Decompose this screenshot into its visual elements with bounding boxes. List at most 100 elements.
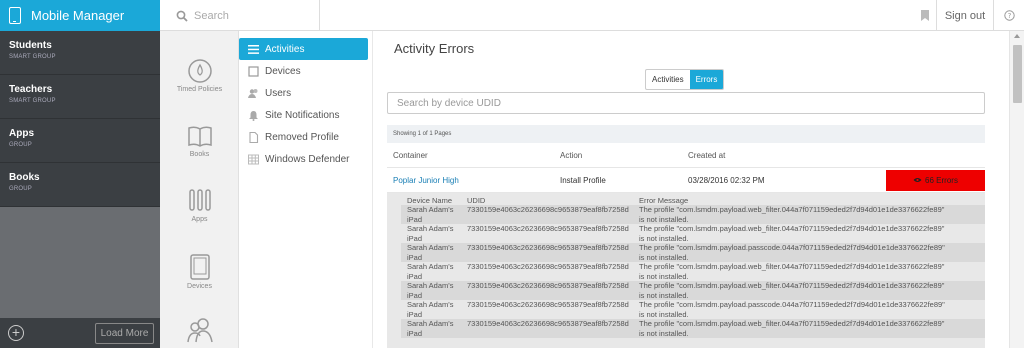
main-content: Activity Errors Activities Errors Search… (373, 31, 1009, 348)
nav-item-windows-defender[interactable]: Windows Defender (239, 148, 368, 170)
error-row: Sarah Adam's iPad 7330159e4063c26236698c9… (401, 205, 985, 224)
toggle-errors[interactable]: Errors (689, 70, 724, 89)
error-message: The profile "com.lsmdm.payload.web_filte… (639, 224, 945, 233)
rail-item-books[interactable]: Books (160, 123, 239, 158)
groups-sidebar: Students SMART GROUP Teachers SMART GROU… (0, 31, 160, 348)
group-item-books[interactable]: Books GROUP (0, 163, 160, 207)
nav-label: Users (265, 87, 292, 99)
error-row: Sarah Adam's iPad 7330159e4063c26236698c9… (401, 281, 985, 300)
error-row: Sarah Adam's iPad 7330159e4063c26236698c9… (401, 243, 985, 262)
group-name: Students (9, 40, 52, 51)
error-row: Sarah Adam's iPad 7330159e4063c26236698c9… (401, 300, 985, 319)
activities-table: Showing 1 of 1 Pages Container Action Cr… (387, 125, 985, 348)
device-name: Sarah Adam's (407, 281, 454, 290)
document-icon (249, 131, 259, 143)
udid-cell: 7330159e4063c26236698c9653879eaf8fb7258d (467, 205, 629, 214)
udid-cell: 7330159e4063c26236698c9653879eaf8fb7258d (467, 262, 629, 271)
app-brand[interactable]: Mobile Manager (0, 0, 160, 31)
error-row: Sarah Adam's iPad 7330159e4063c26236698c9… (401, 224, 985, 243)
udid-cell: 7330159e4063c26236698c9653879eaf8fb7258d (467, 224, 629, 233)
error-table-header: Device Name UDID Error Message (401, 196, 985, 205)
nav-item-activities[interactable]: Activities (239, 38, 368, 60)
rail-item-devices[interactable]: Devices (160, 253, 239, 290)
toggle-activities[interactable]: Activities (646, 70, 690, 89)
error-column-message: Error Message (639, 196, 689, 205)
scroll-up-icon[interactable] (1014, 34, 1020, 38)
column-header-action: Action (560, 150, 583, 160)
device-type: iPad (407, 328, 423, 338)
bell-icon (249, 110, 258, 121)
error-message-cont: is not installed. (639, 309, 689, 319)
scroll-thumb[interactable] (1013, 45, 1022, 103)
device-type: iPad (407, 252, 423, 262)
error-column-device: Device Name (407, 196, 453, 205)
bookmark-button[interactable] (914, 0, 936, 31)
sign-out-button[interactable]: Sign out (936, 0, 994, 31)
udid-search-input[interactable]: Search by device UDID (387, 92, 985, 114)
rail-item-users[interactable] (160, 316, 239, 346)
group-item-apps[interactable]: Apps GROUP (0, 119, 160, 163)
global-search[interactable]: Search (160, 0, 320, 31)
group-type: SMART GROUP (9, 54, 56, 60)
container-link[interactable]: Poplar Junior High (387, 176, 560, 185)
device-type: iPad (407, 271, 423, 281)
error-message-cont: is not installed. (639, 271, 689, 281)
device-type: iPad (407, 233, 423, 243)
nav-item-removed-profile[interactable]: Removed Profile (239, 126, 368, 148)
search-input[interactable]: Search (194, 10, 229, 22)
section-nav: Activities Devices Users Site Notificati… (239, 31, 373, 348)
group-type: GROUP (9, 142, 33, 148)
error-message-cont: is not installed. (639, 214, 689, 224)
load-more-button[interactable]: Load More (95, 323, 154, 344)
top-bar: Mobile Manager Search Sign out ? (0, 0, 1024, 31)
device-type: iPad (407, 214, 423, 224)
users-icon (248, 88, 258, 98)
errors-button[interactable]: 66 Errors (886, 169, 985, 191)
error-message: The profile "com.lsmdm.payload.web_filte… (639, 319, 945, 328)
error-message-cont: is not installed. (639, 328, 689, 338)
device-name: Sarah Adam's (407, 205, 454, 214)
rail-item-apps[interactable]: Apps (160, 186, 239, 223)
group-type: SMART GROUP (9, 98, 56, 104)
nav-item-site-notifications[interactable]: Site Notifications (239, 104, 368, 126)
nav-item-devices[interactable]: Devices (239, 60, 368, 82)
page-scrollbar[interactable] (1009, 31, 1024, 348)
group-item-teachers[interactable]: Teachers SMART GROUP (0, 75, 160, 119)
nav-label: Devices (265, 65, 301, 77)
table-row: Poplar Junior High Install Profile 03/28… (387, 168, 985, 193)
error-column-udid: UDID (467, 196, 486, 205)
users-icon (186, 318, 213, 343)
add-group-button[interactable]: + (8, 325, 24, 341)
device-icon (248, 65, 259, 77)
nav-label: Windows Defender (265, 153, 350, 165)
groups-footer: + Load More (0, 318, 160, 348)
udid-cell: 7330159e4063c26236698c9653879eaf8fb7258d (467, 300, 629, 309)
help-button[interactable]: ? (994, 0, 1024, 31)
grid-icon (248, 154, 259, 164)
nav-label: Activities (265, 43, 305, 55)
nav-item-users[interactable]: Users (239, 82, 368, 104)
apps-icon (188, 189, 211, 211)
error-message-cont: is not installed. (639, 290, 689, 300)
error-row: Sarah Adam's iPad 7330159e4063c26236698c9… (401, 262, 985, 281)
error-message: The profile "com.lsmdm.payload.web_filte… (639, 205, 945, 214)
timed-policies-icon (187, 59, 212, 83)
phone-icon (9, 7, 21, 24)
udid-cell: 7330159e4063c26236698c9653879eaf8fb7258d (467, 319, 629, 328)
error-details-panel: Device Name UDID Error Message Sarah Ada… (387, 193, 985, 348)
device-name: Sarah Adam's (407, 243, 454, 252)
error-message: The profile "com.lsmdm.payload.web_filte… (639, 281, 945, 290)
plus-icon: + (11, 324, 21, 340)
rail-item-timed-policies[interactable]: Timed Policies (160, 58, 239, 93)
device-name: Sarah Adam's (407, 224, 454, 233)
rail-label: Devices (187, 283, 212, 290)
device-type: iPad (407, 290, 423, 300)
tablet-icon (189, 254, 210, 280)
group-name: Apps (9, 128, 34, 139)
group-item-students[interactable]: Students SMART GROUP (0, 31, 160, 75)
error-message: The profile "com.lsmdm.payload.passcode.… (639, 300, 945, 309)
eye-icon (913, 178, 922, 182)
device-name: Sarah Adam's (407, 300, 454, 309)
column-header-container: Container (393, 150, 428, 160)
app-title: Mobile Manager (31, 8, 125, 23)
